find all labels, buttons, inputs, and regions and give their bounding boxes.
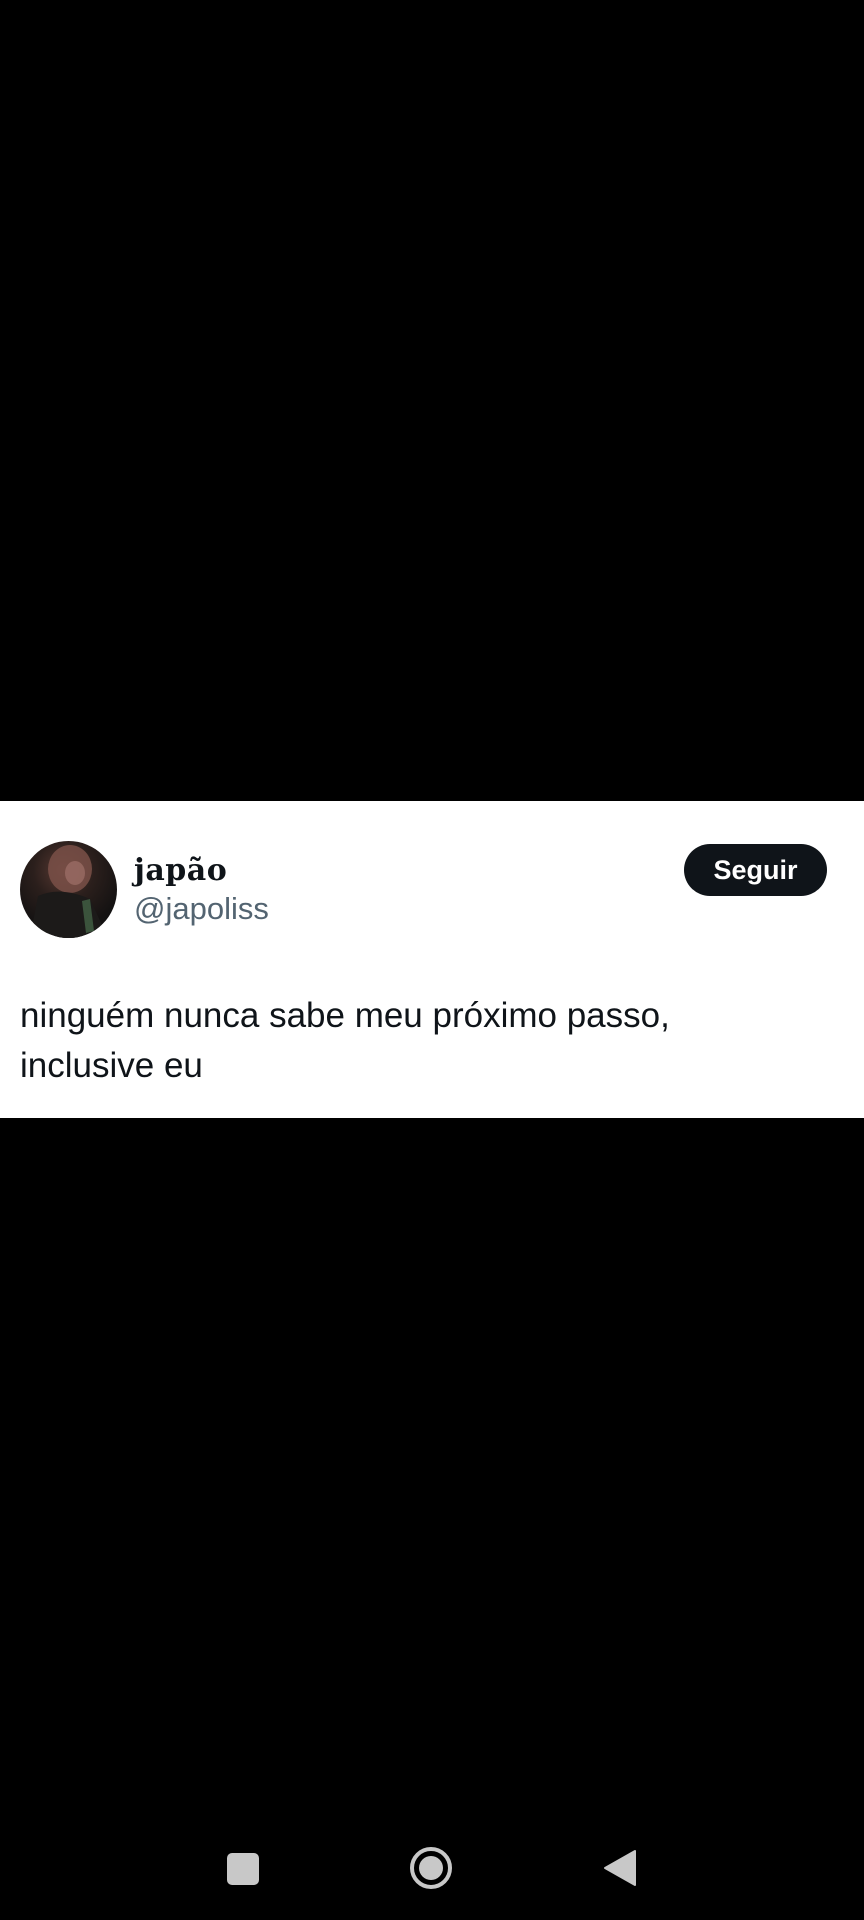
user-handle[interactable]: @japoliss (134, 889, 269, 929)
avatar[interactable] (20, 841, 117, 938)
tweet-text-line: inclusive eu (20, 1046, 203, 1085)
system-navigation-bar (0, 1820, 864, 1920)
display-name[interactable]: japão (134, 851, 227, 891)
avatar-photo (30, 845, 108, 938)
tweet-text: ninguém nunca sabe meu próximo passo, in… (20, 991, 820, 1091)
tweet-text-line: ninguém nunca sabe meu próximo passo, (20, 996, 670, 1035)
follow-button[interactable]: Seguir (684, 844, 827, 896)
home-icon[interactable] (409, 1846, 453, 1890)
tweet-card: japão @japoliss Seguir ninguém nunca sab… (0, 801, 864, 1118)
back-icon[interactable] (603, 1849, 637, 1887)
recents-icon[interactable] (227, 1853, 259, 1885)
screen: japão @japoliss Seguir ninguém nunca sab… (0, 0, 864, 1920)
